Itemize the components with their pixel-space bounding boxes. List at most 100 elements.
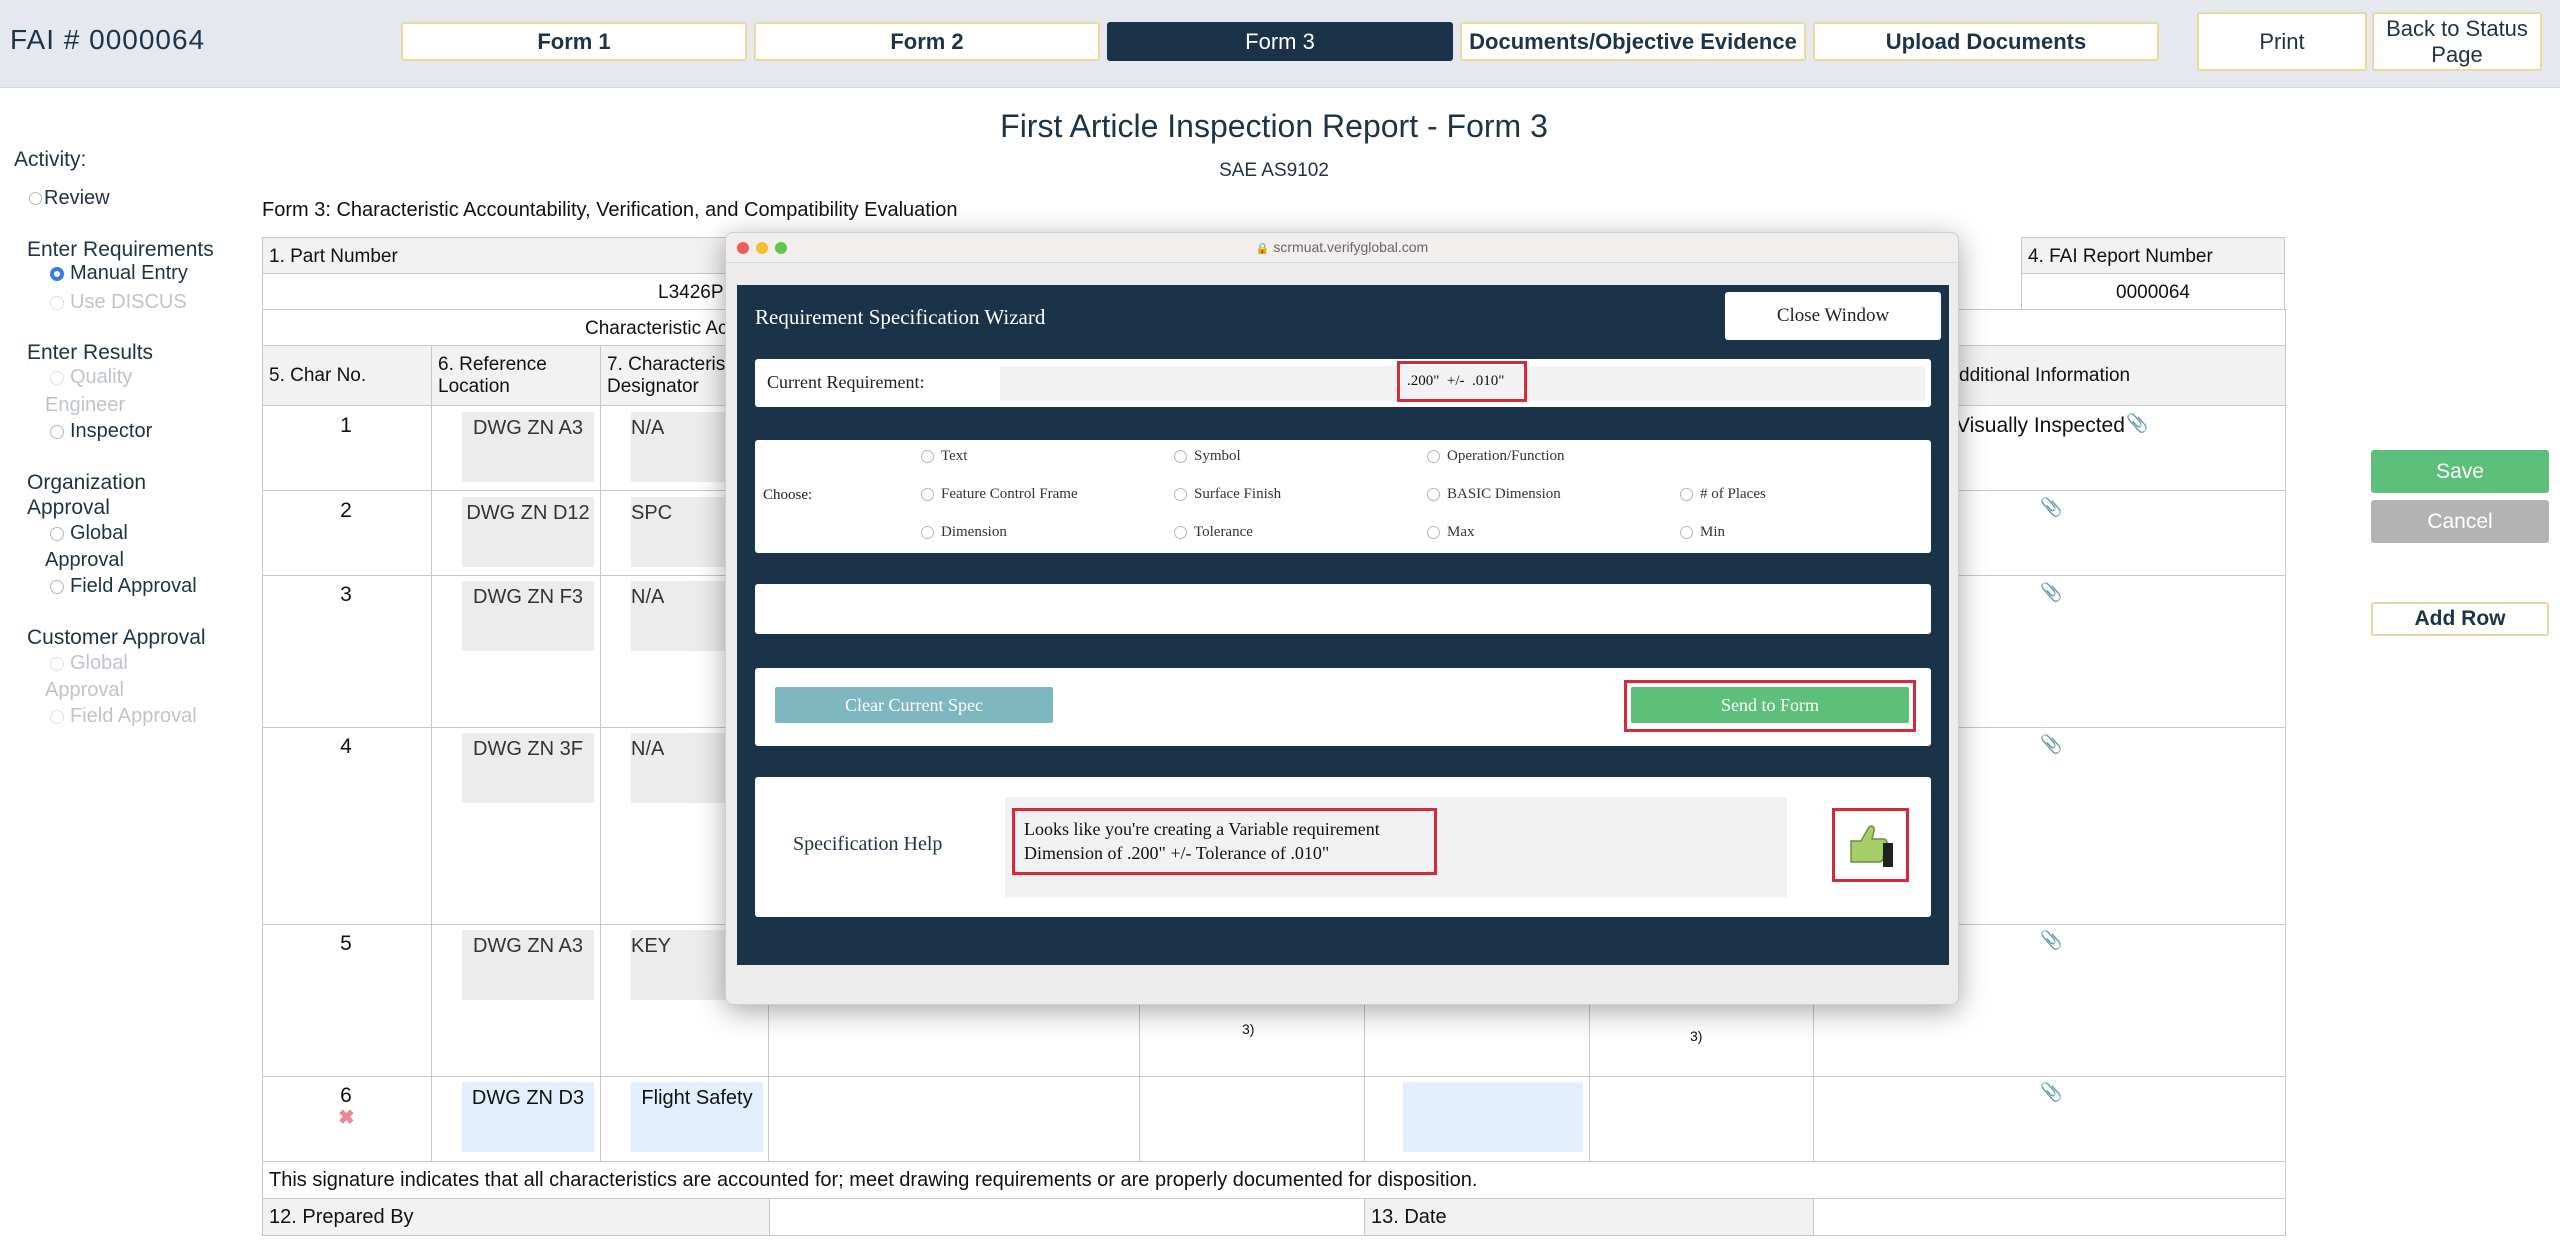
paperclip-icon[interactable]: 📎: [2040, 582, 2062, 603]
characteristic-designator-input[interactable]: N/A: [631, 581, 731, 651]
clear-current-spec-button[interactable]: Clear Current Spec: [775, 687, 1053, 723]
global-approval-option[interactable]: Global: [50, 522, 128, 545]
manual-entry-option[interactable]: Manual Entry: [50, 262, 188, 285]
option-label: Surface Finish: [1194, 486, 1282, 502]
col-additional-information-label: dditional Information: [1959, 365, 2131, 386]
tab-form-2[interactable]: Form 2: [754, 22, 1100, 61]
additional-info-value: Visually Inspected: [1956, 414, 2125, 437]
option-label: Operation/Function: [1447, 448, 1565, 464]
reference-location-input[interactable]: DWG ZN A3: [462, 930, 594, 1000]
delete-row-icon[interactable]: ✖: [338, 1105, 355, 1130]
characteristic-designator-input[interactable]: Flight Safety: [631, 1082, 763, 1152]
tab-form-3[interactable]: Form 3: [1107, 22, 1453, 61]
print-button[interactable]: Print: [2197, 12, 2367, 71]
option-radio[interactable]: [1427, 526, 1440, 540]
reference-location-input[interactable]: DWG ZN A3: [462, 412, 594, 482]
option-dimension[interactable]: Dimension: [921, 524, 1007, 541]
spec-input-panel[interactable]: [755, 584, 1931, 634]
paperclip-icon[interactable]: 📎: [2040, 930, 2062, 951]
use-discus-label: Use DISCUS: [70, 291, 187, 313]
send-to-form-button[interactable]: Send to Form: [1631, 687, 1909, 723]
global-approval-radio[interactable]: [50, 526, 64, 541]
date-label: 13. Date: [1371, 1206, 1447, 1228]
designator-value: N/A: [631, 586, 665, 608]
reference-location-input[interactable]: DWG ZN D12: [462, 497, 594, 567]
window-url: 🔒 scrmuat.verifyglobal.com: [726, 239, 1958, 255]
option-symbol[interactable]: Symbol: [1174, 448, 1241, 465]
help-message-line: Looks like you're creating a Variable re…: [1024, 819, 1380, 839]
date-field[interactable]: [1813, 1198, 2286, 1236]
option-tolerance[interactable]: Tolerance: [1174, 524, 1253, 541]
cancel-button[interactable]: Cancel: [2371, 500, 2549, 543]
option-radio[interactable]: [921, 488, 934, 502]
option-radio[interactable]: [1174, 526, 1187, 540]
characteristic-accountability-label: Characteristic Ac: [585, 318, 728, 339]
paperclip-icon[interactable]: 📎: [2040, 497, 2062, 518]
option-radio[interactable]: [1427, 450, 1440, 464]
paperclip-icon[interactable]: 📎: [2126, 413, 2148, 434]
option-max[interactable]: Max: [1427, 524, 1475, 541]
tab-upload-documents[interactable]: Upload Documents: [1813, 22, 2159, 61]
requirement-wizard: Requirement Specification Wizard Close W…: [737, 285, 1949, 965]
part-number-value: L3426P: [658, 282, 724, 303]
customer-approval-label: Customer Approval: [27, 626, 206, 649]
option-radio[interactable]: [921, 526, 934, 540]
option-radio[interactable]: [1680, 488, 1693, 502]
option-radio[interactable]: [921, 450, 934, 464]
option-radio[interactable]: [1174, 488, 1187, 502]
reference-location-input[interactable]: DWG ZN F3: [462, 581, 594, 651]
manual-entry-radio[interactable]: [50, 266, 64, 281]
review-label: Review: [44, 187, 110, 209]
wizard-window: 🔒 scrmuat.verifyglobal.com Requirement S…: [725, 232, 1959, 1005]
specification-help-label: Specification Help: [793, 833, 943, 855]
designator-value: N/A: [631, 738, 665, 760]
option-text[interactable]: Text: [921, 448, 967, 465]
option-radio[interactable]: [1427, 488, 1440, 502]
paperclip-icon[interactable]: 📎: [2040, 1082, 2062, 1103]
review-option[interactable]: Review: [29, 187, 110, 210]
option-operation-function[interactable]: Operation/Function: [1427, 448, 1564, 465]
field-approval-radio[interactable]: [50, 579, 64, 594]
add-row-button[interactable]: Add Row: [2371, 602, 2549, 636]
fai-number-title: FAI # 0000064: [10, 24, 206, 55]
inspector-option[interactable]: Inspector: [50, 420, 152, 443]
prepared-by-field[interactable]: [769, 1198, 1365, 1236]
date-label-cell: 13. Date: [1364, 1198, 1814, 1236]
use-discus-option: Use DISCUS: [50, 291, 187, 314]
customer-field-approval-option: Field Approval: [50, 705, 197, 728]
fai-report-number-label: 4. FAI Report Number: [2028, 246, 2213, 267]
tab-documents-evidence[interactable]: Documents/Objective Evidence: [1460, 22, 1806, 61]
characteristic-designator-input[interactable]: N/A: [631, 733, 731, 803]
row6-input[interactable]: [1403, 1082, 1583, 1152]
designator-value: SPC: [631, 502, 673, 524]
option-feature-control-frame[interactable]: Feature Control Frame: [921, 486, 1078, 503]
fai-report-number-header: 4. FAI Report Number: [2021, 237, 2285, 274]
option-min[interactable]: Min: [1680, 524, 1725, 541]
tab-form-1[interactable]: Form 1: [401, 22, 747, 61]
fai-report-number-value: 0000064: [2116, 282, 2190, 303]
option-basic-dimension[interactable]: BASIC Dimension: [1427, 486, 1561, 503]
field-approval-option[interactable]: Field Approval: [50, 575, 197, 598]
current-requirement-label: Current Requirement:: [767, 372, 925, 392]
wizard-title: Requirement Specification Wizard: [755, 305, 1046, 329]
back-to-status-button[interactable]: Back to Status Page: [2372, 12, 2542, 71]
paperclip-icon[interactable]: 📎: [2040, 734, 2062, 755]
close-window-button[interactable]: Close Window: [1725, 292, 1941, 340]
inspector-radio[interactable]: [50, 424, 64, 439]
reference-location-input[interactable]: DWG ZN 3F: [462, 733, 594, 803]
help-message-line: Dimension of .200" +/- Tolerance of .010…: [1024, 843, 1330, 863]
thumbs-up-icon[interactable]: [1845, 819, 1897, 871]
option-radio[interactable]: [1680, 526, 1693, 540]
save-button[interactable]: Save: [2371, 450, 2549, 493]
review-radio[interactable]: [29, 192, 42, 206]
characteristic-designator-input[interactable]: KEY: [631, 930, 731, 1000]
customer-field-approval-label: Field Approval: [70, 705, 197, 727]
option-surface-finish[interactable]: Surface Finish: [1174, 486, 1281, 503]
org-approval-label: Organization: [27, 471, 147, 494]
characteristic-designator-input[interactable]: N/A: [631, 412, 731, 482]
option-number-of-places[interactable]: # of Places: [1680, 486, 1766, 503]
option-radio[interactable]: [1174, 450, 1187, 464]
reference-location-input[interactable]: DWG ZN D3: [462, 1082, 594, 1152]
characteristic-designator-input[interactable]: SPC: [631, 497, 731, 567]
choose-panel: Choose: Text Symbol Operation/Function F…: [755, 440, 1931, 553]
